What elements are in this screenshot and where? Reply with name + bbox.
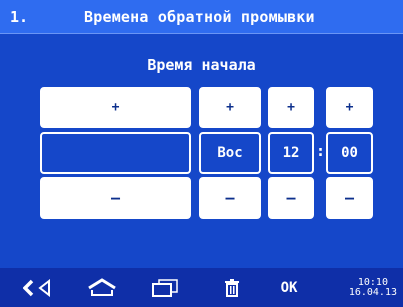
day-field[interactable]: Вос: [199, 132, 261, 174]
plus-icon: +: [287, 100, 295, 115]
section-label: Время начала: [147, 56, 256, 74]
time-separator: :: [316, 142, 326, 160]
minus-icon: –: [344, 189, 355, 207]
clock-date: 16.04.13: [348, 287, 397, 298]
bottom-bar: OK 10:10 16.04.13: [0, 268, 403, 307]
program-field[interactable]: [40, 132, 191, 174]
home-icon: [87, 277, 117, 298]
title-bar: 1. Времена обратной промывки: [0, 0, 403, 34]
minus-icon: –: [110, 189, 121, 207]
menu-title: Времена обратной промывки: [84, 8, 315, 26]
home-button[interactable]: [82, 268, 122, 307]
screen: 1. Времена обратной промывки Время начал…: [0, 0, 403, 307]
back-button[interactable]: [18, 268, 58, 307]
day-minus-button[interactable]: –: [199, 177, 261, 219]
minus-icon: –: [225, 189, 235, 207]
plus-icon: +: [226, 100, 234, 115]
hour-minus-button[interactable]: –: [268, 177, 314, 219]
minute-minus-button[interactable]: –: [326, 177, 373, 219]
hour-plus-button[interactable]: +: [268, 87, 314, 128]
clock: 10:10 16.04.13: [349, 278, 397, 298]
trash-icon: [224, 278, 240, 298]
minute-plus-button[interactable]: +: [326, 87, 373, 128]
windows-icon: [151, 278, 179, 298]
hour-field[interactable]: 12: [268, 132, 314, 174]
minus-icon: –: [286, 189, 296, 207]
delete-button[interactable]: [220, 268, 244, 307]
plus-icon: +: [345, 100, 354, 115]
plus-icon: +: [111, 100, 120, 115]
program-minus-button[interactable]: –: [40, 177, 191, 219]
ok-button[interactable]: OK: [274, 268, 304, 307]
windows-button[interactable]: [145, 268, 185, 307]
back-icon: [23, 278, 53, 297]
menu-number: 1.: [10, 8, 29, 26]
minute-field[interactable]: 00: [326, 132, 373, 174]
day-plus-button[interactable]: +: [199, 87, 261, 128]
program-plus-button[interactable]: +: [40, 87, 191, 128]
